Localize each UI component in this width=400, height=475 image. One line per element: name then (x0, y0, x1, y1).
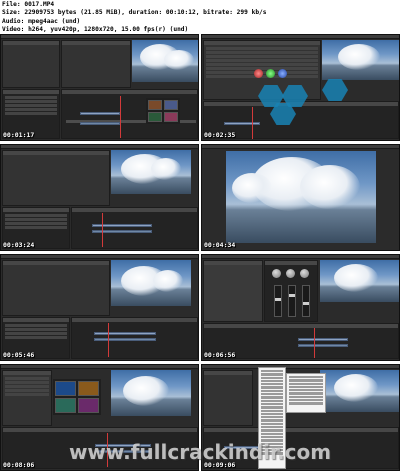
menu-bar[interactable] (1, 255, 198, 259)
timeline-panel[interactable] (71, 207, 198, 249)
volume-fader[interactable] (274, 285, 282, 317)
context-submenu[interactable] (286, 373, 326, 413)
effect-controls-panel[interactable] (61, 40, 131, 88)
timecode-label: 00:01:17 (3, 131, 35, 139)
pan-knob[interactable] (300, 269, 309, 278)
watermark-text: www.fullcrackindir.com (68, 440, 332, 464)
source-panel[interactable] (2, 150, 110, 206)
source-panel[interactable] (203, 260, 263, 322)
timecode-label: 00:02:35 (204, 131, 236, 139)
program-monitor[interactable] (111, 150, 191, 194)
video-frame-5: 00:05:46 (0, 254, 199, 361)
program-monitor-fullscreen[interactable] (226, 151, 376, 243)
color-wheel-icon[interactable] (266, 69, 275, 78)
video-frame-3: 00:03:24 (0, 144, 199, 251)
source-panel[interactable] (2, 260, 110, 316)
timecode-label: 00:03:24 (3, 241, 35, 249)
effect-thumbnails[interactable] (53, 379, 101, 415)
pan-knob[interactable] (272, 269, 281, 278)
timeline-panel[interactable] (71, 317, 198, 359)
pan-knob[interactable] (286, 269, 295, 278)
program-monitor[interactable] (320, 260, 399, 302)
file-info-header: File: 0017.MP4 Size: 22909753 bytes (21.… (0, 0, 400, 34)
program-monitor[interactable] (320, 370, 399, 412)
menu-bar[interactable] (202, 365, 399, 369)
file-name-line: File: 0017.MP4 (2, 1, 55, 8)
timecode-label: 00:06:56 (204, 351, 236, 359)
program-monitor[interactable] (111, 370, 191, 416)
effect-thumbnails[interactable] (146, 98, 180, 124)
source-panel[interactable] (2, 40, 60, 88)
menu-bar[interactable] (202, 35, 399, 39)
menu-bar[interactable] (1, 35, 198, 39)
program-monitor[interactable] (132, 40, 198, 82)
program-monitor[interactable] (111, 260, 191, 306)
volume-fader[interactable] (302, 285, 310, 317)
audio-info-line: Audio: mpeg4aac (und) (2, 17, 81, 25)
video-frame-4: 00:04:34 (201, 144, 400, 251)
video-frame-1: 00:01:17 (0, 34, 199, 141)
color-wheel-icon[interactable] (254, 69, 263, 78)
menu-bar[interactable] (1, 365, 198, 369)
menu-bar[interactable] (1, 145, 198, 149)
timecode-label: 00:05:46 (3, 351, 35, 359)
program-monitor[interactable] (322, 40, 399, 80)
timeline-panel[interactable] (61, 89, 198, 139)
file-size-line: Size: 22909753 bytes (21.85 MiB), durati… (2, 9, 267, 17)
project-panel[interactable] (2, 370, 52, 426)
video-frame-6: 00:06:56 (201, 254, 400, 361)
timecode-label: 00:04:34 (204, 241, 236, 249)
hex-overlay-icon (322, 79, 348, 101)
volume-fader[interactable] (288, 285, 296, 317)
menu-bar[interactable] (202, 145, 399, 149)
video-frame-2: 00:02:35 (201, 34, 400, 141)
color-wheel-icon[interactable] (278, 69, 287, 78)
video-info-line: Video: h264, yuv420p, 1280x720, 15.00 fp… (2, 25, 189, 33)
source-panel[interactable] (203, 370, 253, 426)
menu-bar[interactable] (202, 255, 399, 259)
